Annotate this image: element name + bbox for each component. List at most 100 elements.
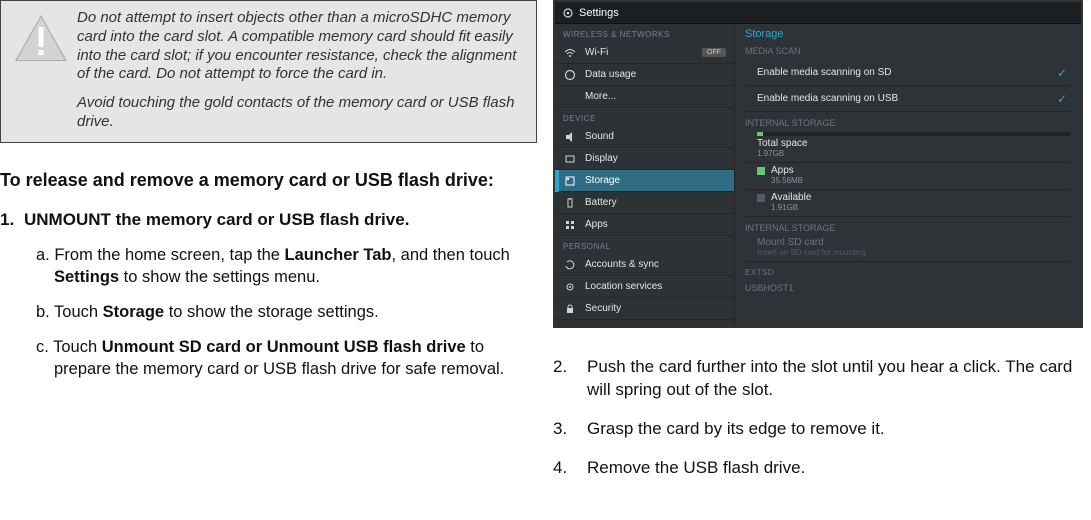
section-personal: PERSONAL — [555, 236, 734, 254]
step-3-text: Grasp the card by its edge to remove it. — [587, 418, 1083, 441]
step-4-text: Remove the USB flash drive. — [587, 457, 1083, 480]
section-device: DEVICE — [555, 108, 734, 126]
row-accounts[interactable]: Accounts & sync — [555, 254, 734, 276]
row-display-label: Display — [585, 153, 618, 164]
battery-icon — [563, 196, 577, 210]
shot-left-panel: WIRELESS & NETWORKS Wi-Fi OFF Data usage… — [555, 24, 735, 326]
item-scan-usb-label: Enable media scanning on USB — [757, 93, 898, 104]
section-wireless: WIRELESS & NETWORKS — [555, 24, 734, 42]
step-3: 3. Grasp the card by its edge to remove … — [553, 418, 1083, 441]
hdr-media-scan: MEDIA SCAN — [745, 46, 1071, 56]
step-3-num: 3. — [553, 418, 587, 441]
kv-mount: Mount SD card Insert an SD card for moun… — [745, 237, 1071, 262]
shot-body: WIRELESS & NETWORKS Wi-Fi OFF Data usage… — [555, 24, 1081, 326]
hdr-internal-1: INTERNAL STORAGE — [745, 118, 1071, 128]
step-1c-label: c. — [36, 338, 49, 356]
right-title: Storage — [745, 28, 1071, 40]
row-wifi[interactable]: Wi-Fi OFF — [555, 42, 734, 64]
check-icon: ✓ — [1057, 92, 1071, 106]
selection-bar — [555, 170, 559, 192]
android-settings-screenshot: Settings WIRELESS & NETWORKS Wi-Fi OFF D… — [553, 0, 1083, 328]
sync-icon — [563, 258, 577, 272]
apps-val: 35.56MB — [757, 176, 1071, 185]
wifi-icon — [563, 46, 577, 60]
kv-total[interactable]: Total space 1.97GB — [745, 138, 1071, 163]
step-1b: b. Touch Storage to show the storage set… — [36, 302, 537, 323]
step-1-number: 1. — [0, 209, 24, 231]
total-key: Total space — [757, 138, 1071, 149]
row-sound[interactable]: Sound — [555, 126, 734, 148]
row-more[interactable]: More... — [555, 86, 734, 108]
swatch-icon — [757, 194, 765, 202]
item-scan-sd[interactable]: Enable media scanning on SD ✓ — [745, 60, 1071, 86]
warning-text: Do not attempt to insert objects other t… — [77, 9, 524, 132]
lock-icon — [563, 302, 577, 316]
row-location[interactable]: Location services — [555, 276, 734, 298]
shot-right-panel: Storage MEDIA SCAN Enable media scanning… — [735, 24, 1081, 326]
step-2-text: Push the card further into the slot unti… — [587, 356, 1083, 402]
wifi-toggle[interactable]: OFF — [702, 48, 726, 57]
row-storage[interactable]: Storage — [555, 170, 734, 192]
mount-val: Insert an SD card for mounting — [757, 248, 1071, 257]
shot-title: Settings — [579, 7, 619, 19]
hdr-usbhost: USBHOST1 — [745, 283, 1071, 293]
kv-available[interactable]: Available 1.91GB — [745, 192, 1071, 217]
step-4-num: 4. — [553, 457, 587, 480]
row-accounts-label: Accounts & sync — [585, 259, 659, 270]
row-location-label: Location services — [585, 281, 662, 292]
row-apps-label: Apps — [585, 219, 608, 230]
step-2: 2. Push the card further into the slot u… — [553, 356, 1083, 402]
check-icon: ✓ — [1057, 66, 1071, 80]
step-1: 1.UNMOUNT the memory card or USB flash d… — [0, 209, 537, 231]
apps-icon — [563, 218, 577, 232]
step-1c-pre: Touch — [49, 338, 102, 356]
step-1b-label: b. — [36, 303, 50, 321]
step-1b-pre: Touch — [50, 303, 103, 321]
step-1a-pre: From the home screen, tap the — [50, 246, 285, 264]
step-1a-label: a. — [36, 246, 50, 264]
row-storage-label: Storage — [585, 175, 620, 186]
shot-titlebar: Settings — [555, 2, 1081, 24]
step-4: 4. Remove the USB flash drive. — [553, 457, 1083, 480]
step-1a-bold2: Settings — [54, 268, 119, 286]
gear-icon — [563, 8, 573, 18]
kv-apps[interactable]: Apps 35.56MB — [745, 165, 1071, 190]
step-1c-bold1: Unmount SD card or Unmount USB flash dri… — [102, 338, 466, 356]
step-1b-bold1: Storage — [103, 303, 164, 321]
step-1c: c. Touch Unmount SD card or Unmount USB … — [36, 337, 537, 380]
hdr-extsd: EXTSD — [745, 268, 1071, 277]
left-column: Do not attempt to insert objects other t… — [0, 0, 545, 520]
row-data-usage[interactable]: Data usage — [555, 64, 734, 86]
row-apps[interactable]: Apps — [555, 214, 734, 236]
apps-key: Apps — [771, 165, 794, 176]
step-1-title: UNMOUNT the memory card or USB flash dri… — [24, 210, 409, 229]
warning-para-2: Avoid touching the gold contacts of the … — [77, 94, 524, 132]
item-scan-usb[interactable]: Enable media scanning on USB ✓ — [745, 86, 1071, 112]
step-2-num: 2. — [553, 356, 587, 402]
step-1a-bold1: Launcher Tab — [285, 246, 392, 264]
row-security-label: Security — [585, 303, 621, 314]
item-scan-sd-label: Enable media scanning on SD — [757, 67, 892, 78]
warning-box: Do not attempt to insert objects other t… — [0, 0, 537, 143]
right-column: Settings WIRELESS & NETWORKS Wi-Fi OFF D… — [545, 0, 1091, 520]
step-1a-post: to show the settings menu. — [119, 268, 320, 286]
display-icon — [563, 152, 577, 166]
row-battery[interactable]: Battery — [555, 192, 734, 214]
step-1a-mid: , and then touch — [392, 246, 510, 264]
swatch-icon — [757, 167, 765, 175]
release-heading: To release and remove a memory card or U… — [0, 169, 537, 192]
row-display[interactable]: Display — [555, 148, 734, 170]
total-val: 1.97GB — [757, 149, 1071, 158]
warning-para-1: Do not attempt to insert objects other t… — [77, 9, 524, 84]
row-wifi-label: Wi-Fi — [585, 47, 608, 58]
sound-icon — [563, 130, 577, 144]
row-battery-label: Battery — [585, 197, 617, 208]
step-1a: a. From the home screen, tap the Launche… — [36, 245, 537, 288]
mount-key: Mount SD card — [757, 237, 1071, 248]
data-usage-icon — [563, 68, 577, 82]
warning-icon — [5, 9, 77, 63]
hdr-internal-2: INTERNAL STORAGE — [745, 223, 1071, 233]
avail-val: 1.91GB — [757, 203, 1071, 212]
row-more-label: More... — [585, 91, 616, 102]
row-security[interactable]: Security — [555, 298, 734, 320]
